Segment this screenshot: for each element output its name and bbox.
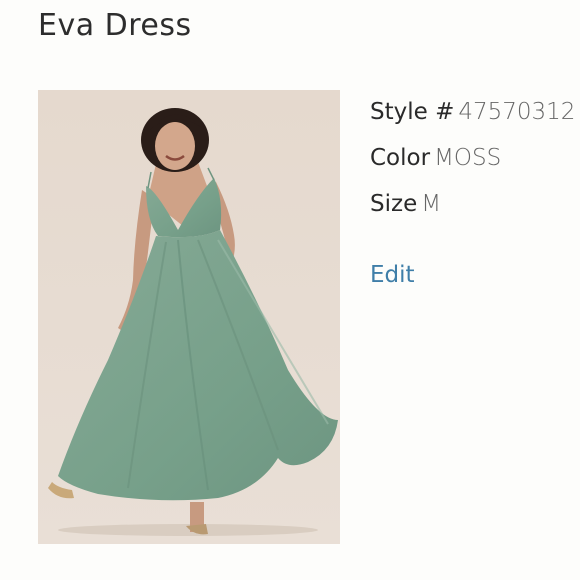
color-row: Color MOSS	[370, 142, 580, 188]
style-row: Style #47570312	[370, 96, 580, 142]
color-value: MOSS	[434, 145, 502, 171]
size-label: Size	[370, 191, 418, 217]
page-title: Eva Dress	[38, 8, 192, 43]
edit-link[interactable]: Edit	[370, 262, 415, 288]
product-photo	[38, 90, 340, 544]
size-row: Size M	[370, 188, 580, 234]
style-label: Style #	[370, 99, 455, 125]
size-value: M	[421, 191, 442, 217]
color-label: Color	[370, 145, 431, 171]
product-details: Style #47570312 Color MOSS Size M	[370, 96, 580, 234]
style-value: 47570312	[458, 99, 576, 125]
